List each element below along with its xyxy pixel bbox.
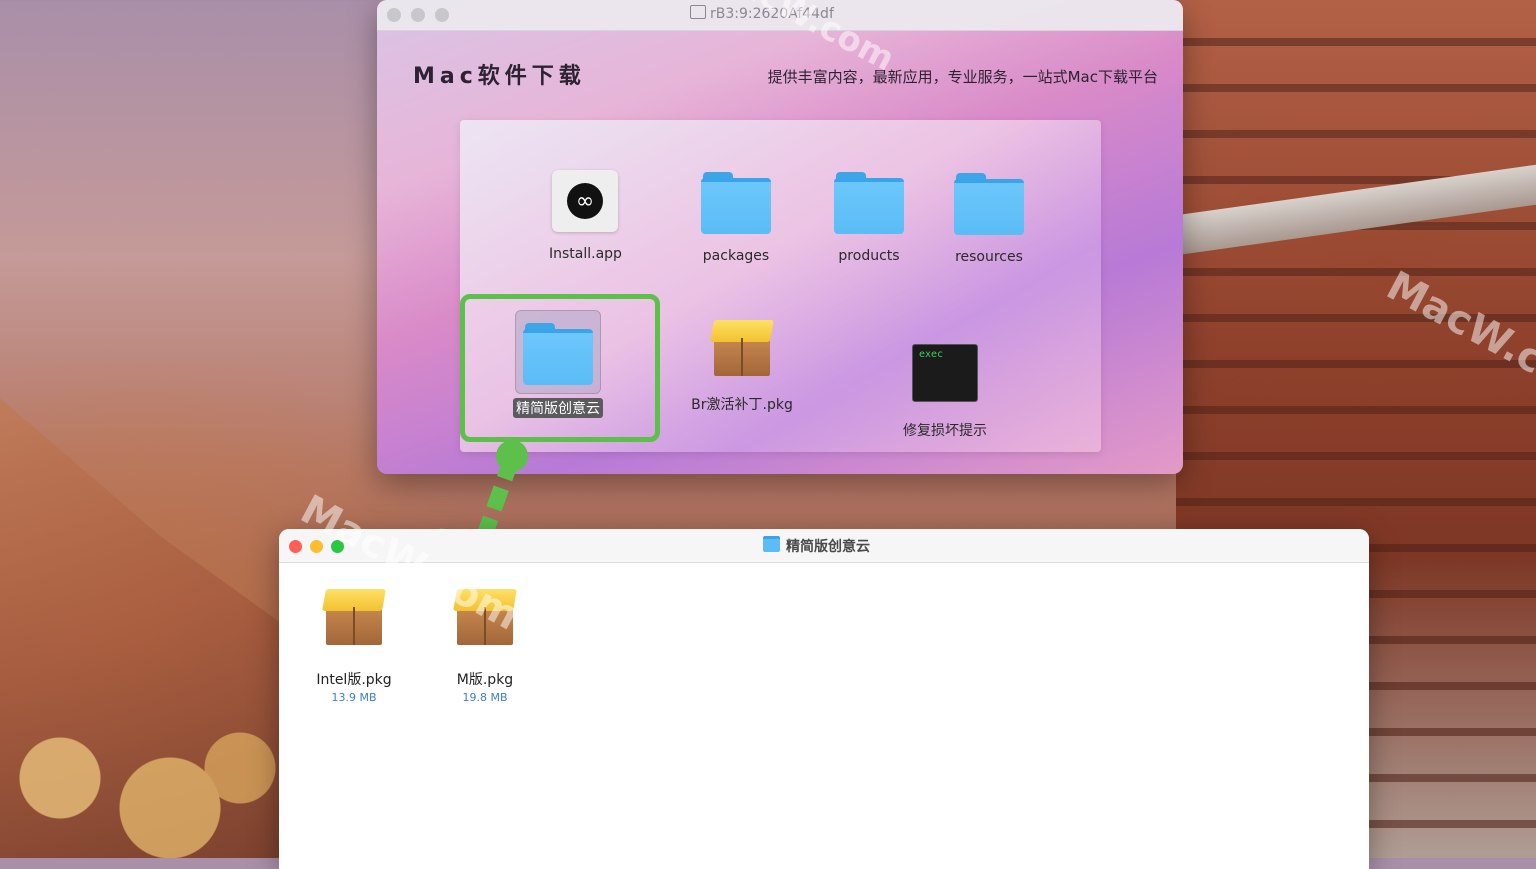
item-label: Install.app — [549, 246, 622, 262]
close-button[interactable] — [289, 540, 302, 553]
desktop-wallpaper-trees — [0, 658, 300, 858]
dmg-window-title: rB3:9:2620Af44df — [690, 5, 834, 22]
highlight-frame — [460, 294, 660, 442]
packages-folder-item[interactable]: packages — [691, 172, 781, 264]
item-label: 修复损坏提示 — [903, 423, 987, 439]
disk-icon — [690, 5, 706, 19]
file-size: 19.8 MB — [462, 691, 508, 704]
file-size: 13.9 MB — [331, 691, 377, 704]
install-app-item[interactable]: ∞ Install.app — [549, 170, 622, 262]
terminal-exec-icon: exec — [912, 344, 978, 402]
folder-icon — [701, 172, 771, 234]
br-patch-pkg-item[interactable]: Br激活补丁.pkg — [682, 312, 802, 414]
package-icon — [318, 581, 390, 651]
intel-pkg-item[interactable]: Intel版.pkg 13.9 MB — [309, 581, 399, 704]
finder-titlebar[interactable]: 精简版创意云 — [279, 529, 1369, 563]
finder-window-title: 精简版创意云 — [763, 536, 870, 556]
folder-icon — [834, 172, 904, 234]
m-pkg-item[interactable]: M版.pkg 19.8 MB — [440, 581, 530, 704]
products-folder-item[interactable]: products — [824, 172, 914, 264]
minimize-button[interactable] — [310, 540, 323, 553]
repair-damaged-exec-item[interactable]: exec 修复损坏提示 — [895, 344, 995, 440]
item-label: packages — [702, 248, 770, 264]
dmg-heading: Mac软件下载 — [413, 64, 586, 89]
resources-folder-item[interactable]: resources — [944, 173, 1034, 265]
zoom-button[interactable] — [331, 540, 344, 553]
package-icon — [449, 581, 521, 651]
item-label: resources — [955, 249, 1023, 265]
item-label: M版.pkg — [456, 672, 514, 688]
folder-icon — [954, 173, 1024, 235]
folder-icon — [763, 536, 780, 552]
item-label: Br激活补丁.pkg — [691, 397, 793, 413]
dmg-tagline: 提供丰富内容，最新应用，专业服务，一站式Mac下载平台 — [767, 68, 1158, 86]
creative-cloud-app-icon: ∞ — [552, 170, 618, 232]
minimize-button[interactable] — [411, 8, 425, 22]
finder-window: 精简版创意云 Intel版.pkg 13.9 MB M版.pkg 19.8 MB — [279, 529, 1369, 869]
package-icon — [706, 312, 778, 382]
item-label: products — [838, 248, 900, 264]
close-button[interactable] — [387, 8, 401, 22]
zoom-button[interactable] — [435, 8, 449, 22]
item-label: Intel版.pkg — [316, 672, 392, 688]
dmg-titlebar[interactable]: rB3:9:2620Af44df — [377, 0, 1183, 31]
